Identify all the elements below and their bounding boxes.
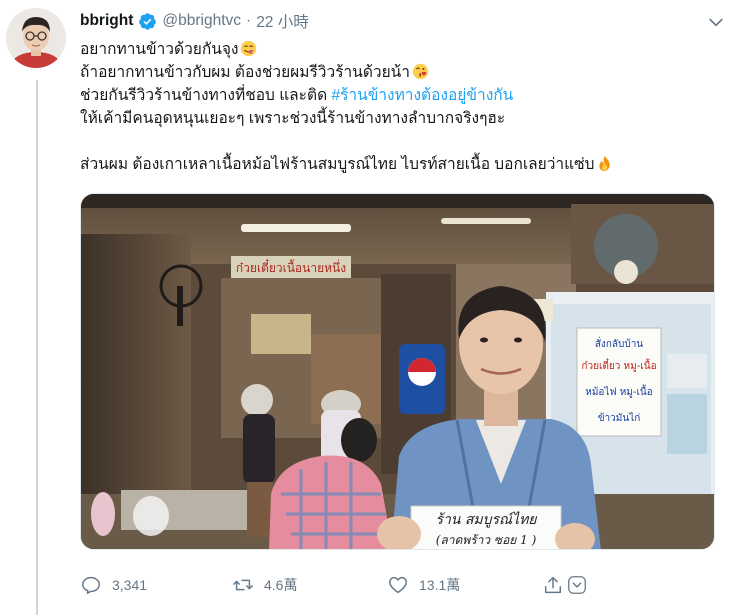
tweet-line-3: ช่วยกันรีวิวร้านข้างทางที่ชอบ และติด #ร้… [80, 87, 514, 104]
held-sign-line-2: (ลาดพร้าว ซอย 1 ) [436, 533, 537, 547]
display-name[interactable]: bbright [80, 12, 133, 30]
profile-avatar-image [6, 8, 66, 68]
tweet-actions: 3,341 4.6萬 13.1萬 [80, 573, 600, 597]
tweet-line-5: ส่วนผม ต้องเกาเหลาเนื้อหม้อไฟร้านสมบูรณ์… [80, 153, 720, 176]
retweet-count: 4.6萬 [264, 577, 298, 593]
tweet-photo[interactable]: ก๋วยเตี๋ยวเนื้อนายหนึ่ง 2 สั่งกลับบ้าน ก… [80, 193, 715, 550]
menu-sign-line-1: สั่งกลับบ้าน [595, 336, 643, 350]
reply-count: 3,341 [112, 577, 148, 593]
shop-banner-text: ก๋วยเตี๋ยวเนื้อนายหนึ่ง [236, 258, 346, 275]
share-icon [544, 576, 562, 594]
avatar[interactable] [6, 8, 66, 68]
handle[interactable]: @bbrightvc [162, 12, 241, 30]
like-button[interactable]: 13.1萬 [387, 574, 460, 596]
tweet-header: bbright @bbrightvc · 22 小時 [80, 10, 309, 32]
restaurant-photo-illustration: ก๋วยเตี๋ยวเนื้อนายหนึ่ง 2 สั่งกลับบ้าน ก… [81, 194, 714, 549]
tweet-text: อยากทานข้าวด้วยกันจุง ถ้าอยากทานข้าวกับผ… [80, 38, 720, 176]
thread-connector-line [36, 80, 38, 615]
retweet-button[interactable]: 4.6萬 [232, 574, 297, 596]
like-count: 13.1萬 [419, 577, 461, 593]
chevron-down-share-icon[interactable] [566, 574, 588, 596]
held-sign-line-1: ร้าน สมบูรณ์ไทย [435, 511, 537, 528]
yum-face-emoji-icon [241, 40, 257, 57]
retweet-icon [233, 579, 253, 591]
menu-sign-line-4: ข้าวมันไก่ [598, 412, 641, 424]
tweet-line-1: อยากทานข้าวด้วยกันจุง [80, 38, 720, 61]
chevron-down-icon[interactable] [706, 12, 726, 32]
tweet-line-4: ให้เค้ามีคนอุดหนุนเยอะๆ เพราะช่วงนี้ร้าน… [80, 110, 506, 127]
separator-dot: · [246, 12, 252, 29]
reply-button[interactable]: 3,341 [80, 574, 147, 596]
reply-icon [82, 576, 100, 594]
verified-badge-icon [139, 12, 157, 30]
menu-sign-line-3: หม้อไฟ หมู-เนื้อ [585, 384, 653, 398]
kiss-face-emoji-icon [412, 63, 429, 80]
fire-emoji-icon [599, 155, 611, 172]
heart-icon [389, 576, 407, 594]
share-button[interactable] [542, 574, 588, 596]
timestamp[interactable]: 22 小時 [256, 10, 309, 32]
hashtag-link[interactable]: #ร้านข้างทางต้องอยู่ข้างกัน [331, 87, 513, 104]
tweet-line-break [80, 130, 720, 153]
tweet-line-2: ถ้าอยากทานข้าวกับผม ต้องช่วยผมรีวิวร้านด… [80, 61, 720, 84]
